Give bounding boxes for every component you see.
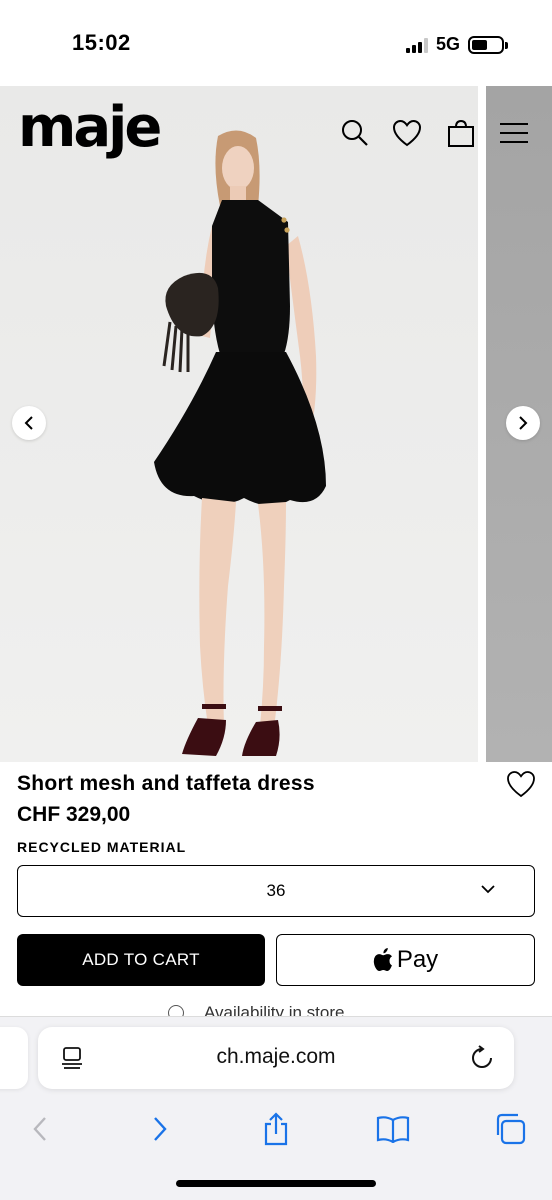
heart-icon (507, 771, 535, 798)
address-bar[interactable]: ch.maje.com (38, 1027, 514, 1089)
next-image-button[interactable] (506, 406, 540, 440)
chevron-right-icon (154, 1117, 167, 1141)
size-selected-value: 36 (266, 881, 286, 900)
share-icon (264, 1112, 288, 1146)
size-select[interactable]: 36 (17, 865, 535, 917)
chevron-down-icon (481, 885, 495, 894)
tabs-icon (496, 1113, 526, 1145)
add-to-wishlist-button[interactable] (506, 770, 538, 802)
home-indicator (176, 1180, 376, 1187)
chevron-left-icon (24, 416, 33, 430)
search-icon[interactable] (338, 116, 372, 150)
forward-button[interactable] (140, 1109, 180, 1149)
apple-icon (373, 948, 392, 971)
apple-pay-label: Pay (396, 946, 439, 973)
product-image (0, 86, 478, 762)
bookmarks-button[interactable] (373, 1109, 413, 1149)
status-indicators: 5G (405, 34, 508, 55)
signal-icon (405, 37, 428, 53)
previous-tab-preview[interactable] (0, 1027, 28, 1089)
heart-icon[interactable] (390, 116, 424, 150)
model-photo (154, 130, 326, 756)
reload-icon[interactable] (470, 1045, 494, 1071)
apple-pay-button[interactable]: Pay (276, 934, 535, 986)
share-button[interactable] (256, 1109, 296, 1149)
chevron-right-icon (519, 416, 528, 430)
brand-logo[interactable]: maje (18, 100, 162, 156)
material-tag: RECYCLED MATERIAL (17, 839, 187, 855)
tabs-button[interactable] (490, 1109, 530, 1149)
product-title: Short mesh and taffeta dress (17, 772, 315, 795)
previous-image-button[interactable] (12, 406, 46, 440)
status-time: 15:02 (72, 30, 131, 55)
network-type: 5G (435, 34, 460, 54)
add-to-cart-button[interactable]: ADD TO CART (17, 934, 265, 986)
status-bar: 15:02 5G (0, 0, 552, 86)
chevron-left-icon (33, 1117, 46, 1141)
bag-icon[interactable] (444, 116, 478, 150)
url-text[interactable]: ch.maje.com (38, 1045, 514, 1069)
back-button[interactable] (20, 1109, 60, 1149)
browser-toolbar: ch.maje.com (0, 1016, 552, 1200)
book-icon (376, 1116, 410, 1143)
product-price: CHF 329,00 (17, 803, 131, 826)
product-image-carousel[interactable]: maje (0, 86, 552, 762)
battery-icon (468, 35, 508, 54)
menu-icon[interactable] (497, 116, 531, 150)
